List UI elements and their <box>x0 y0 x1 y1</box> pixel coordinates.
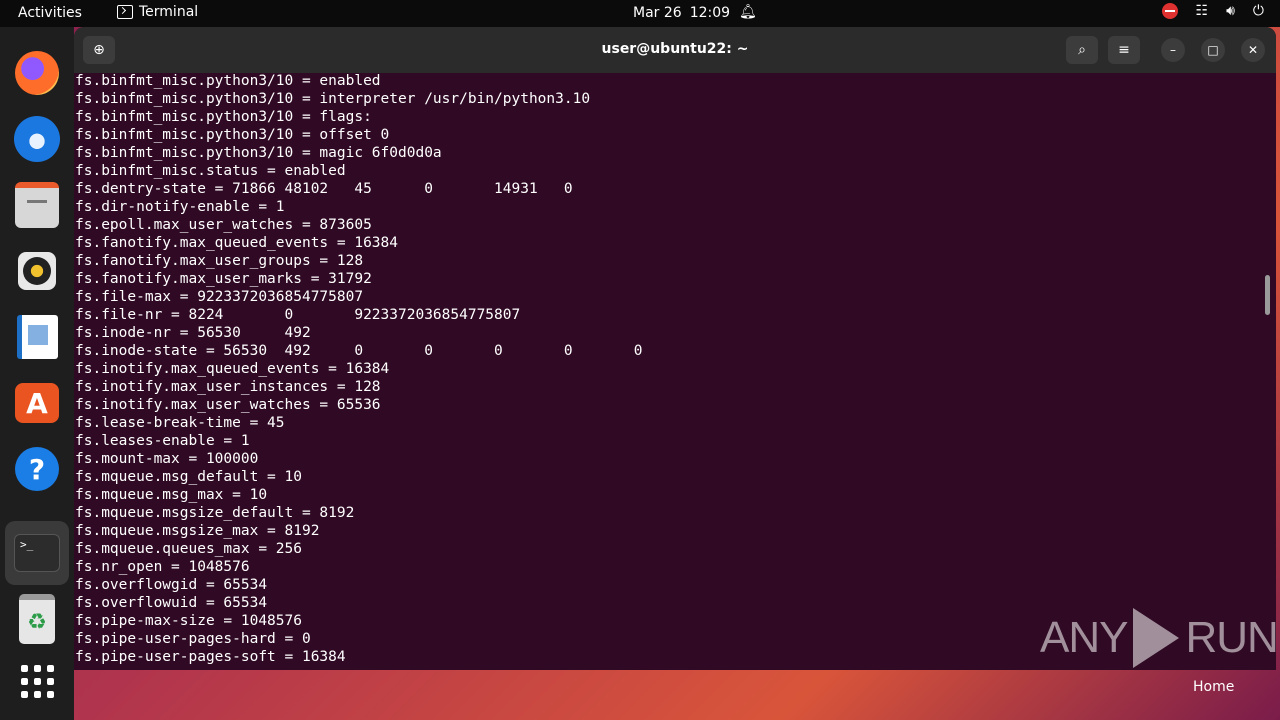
terminal-line: fs.nr_open = 1048576 <box>75 559 250 575</box>
terminal-line: fs.fanotify.max_queued_events = 16384 <box>75 235 399 251</box>
app-menu[interactable]: Terminal <box>117 4 198 20</box>
terminal-app-icon: >_ <box>14 534 60 572</box>
menu-button[interactable]: ≡ <box>1108 36 1140 64</box>
terminal-line: fs.inotify.max_user_watches = 65536 <box>75 397 381 413</box>
rhythmbox-icon <box>18 252 56 290</box>
terminal-line: fs.mount-max = 100000 <box>75 451 259 467</box>
watermark-left: ANY <box>1040 613 1128 662</box>
notification-bell-icon[interactable]: 🔔︎ <box>739 4 757 20</box>
dock-item-terminal[interactable]: >_ <box>5 521 69 585</box>
terminal-line: fs.overflowgid = 65534 <box>75 577 268 593</box>
play-icon <box>1133 608 1180 668</box>
app-name: Terminal <box>139 4 199 20</box>
terminal-line: fs.mqueue.queues_max = 256 <box>75 541 302 557</box>
terminal-line: fs.file-max = 9223372036854775807 <box>75 289 364 305</box>
terminal-line: fs.fanotify.max_user_marks = 31792 <box>75 271 372 287</box>
anyrun-watermark: ANY RUN <box>1040 608 1279 668</box>
date: Mar 26 <box>633 5 682 21</box>
trash-icon: ♻ <box>19 594 55 644</box>
terminal-line: fs.dir-notify-enable = 1 <box>75 199 285 215</box>
power-icon[interactable]: ⏻ <box>1253 3 1264 19</box>
maximize-icon: □ <box>1207 43 1219 57</box>
scrollbar[interactable] <box>1265 275 1270 315</box>
volume-icon[interactable]: 🔊︎ <box>1226 3 1235 19</box>
terminal-line: fs.mqueue.msgsize_default = 8192 <box>75 505 355 521</box>
show-applications-button[interactable] <box>13 657 61 705</box>
terminal-line: fs.leases-enable = 1 <box>75 433 250 449</box>
maximize-button[interactable]: □ <box>1201 38 1225 62</box>
activities-button[interactable]: Activities <box>18 5 82 21</box>
minimize-icon: – <box>1170 43 1176 57</box>
terminal-line: fs.binfmt_misc.python3/10 = offset 0 <box>75 127 390 143</box>
close-icon: ✕ <box>1247 43 1259 57</box>
terminal-line: fs.binfmt_misc.python3/10 = flags: <box>75 109 372 125</box>
window-header: ⊕ user@ubuntu22: ~ ⌕ ≡ – □ ✕ <box>74 27 1276 73</box>
terminal-line: fs.fanotify.max_user_groups = 128 <box>75 253 364 269</box>
clock[interactable]: Mar 26 12:09 <box>633 5 730 21</box>
do-not-disturb-icon[interactable] <box>1161 3 1178 19</box>
terminal-output[interactable]: fs.binfmt_misc.python3/10 = enabled fs.bi… <box>75 72 1255 670</box>
help-icon: ? <box>15 447 59 491</box>
terminal-line: fs.epoll.max_user_watches = 873605 <box>75 217 372 233</box>
terminal-line: fs.inotify.max_user_instances = 128 <box>75 379 381 395</box>
firefox-icon <box>15 51 59 95</box>
dock-item-writer[interactable] <box>13 313 61 361</box>
terminal-line: fs.mqueue.msg_default = 10 <box>75 469 302 485</box>
dock-item-trash[interactable]: ♻ <box>13 594 61 644</box>
close-button[interactable]: ✕ <box>1241 38 1265 62</box>
dock-item-software[interactable]: A <box>13 379 61 427</box>
thunderbird-icon <box>14 116 60 162</box>
terminal-line: fs.file-nr = 8224 0 9223372036854775807 <box>75 307 521 323</box>
dock-item-files[interactable] <box>13 181 61 229</box>
terminal-icon <box>117 5 133 19</box>
terminal-line: fs.mqueue.msgsize_max = 8192 <box>75 523 320 539</box>
files-icon <box>15 182 59 228</box>
top-bar: Activities Terminal Mar 26 12:09 🔔︎ ☷ 🔊︎… <box>0 0 1280 27</box>
terminal-line: fs.binfmt_misc.python3/10 = interpreter … <box>75 91 591 107</box>
terminal-line: fs.binfmt_misc.status = enabled <box>75 163 346 179</box>
desktop-home-label[interactable]: Home <box>1193 679 1234 695</box>
dock: A ? >_ ♻ <box>0 27 74 720</box>
minimize-button[interactable]: – <box>1161 38 1185 62</box>
dock-item-thunderbird[interactable] <box>13 115 61 163</box>
terminal-line: fs.inotify.max_queued_events = 16384 <box>75 361 390 377</box>
search-button[interactable]: ⌕ <box>1066 36 1098 64</box>
terminal-line: fs.dentry-state = 71866 48102 45 0 14931… <box>75 181 573 197</box>
dock-item-firefox[interactable] <box>13 49 61 97</box>
app-grid-icon <box>20 664 54 698</box>
search-icon: ⌕ <box>1078 42 1086 58</box>
terminal-line: fs.mqueue.msg_max = 10 <box>75 487 268 503</box>
software-store-icon: A <box>15 383 59 423</box>
terminal-line: fs.binfmt_misc.python3/10 = enabled <box>75 73 381 89</box>
terminal-window: ⊕ user@ubuntu22: ~ ⌕ ≡ – □ ✕ fs.binfmt_m… <box>74 27 1276 670</box>
hamburger-menu-icon: ≡ <box>1118 42 1130 58</box>
dock-item-rhythmbox[interactable] <box>13 247 61 295</box>
writer-icon <box>16 315 58 359</box>
dock-item-help[interactable]: ? <box>13 445 61 493</box>
terminal-line: fs.inode-nr = 56530 492 <box>75 325 311 341</box>
terminal-line: fs.binfmt_misc.python3/10 = magic 6f0d0d… <box>75 145 442 161</box>
watermark-right: RUN <box>1185 613 1278 662</box>
terminal-line: fs.inode-state = 56530 492 0 0 0 0 0 <box>75 343 643 359</box>
network-icon[interactable]: ☷ <box>1196 3 1209 19</box>
system-tray[interactable]: ☷ 🔊︎ ⏻ <box>1161 3 1264 19</box>
time: 12:09 <box>689 5 731 21</box>
terminal-line: fs.lease-break-time = 45 <box>75 415 285 431</box>
